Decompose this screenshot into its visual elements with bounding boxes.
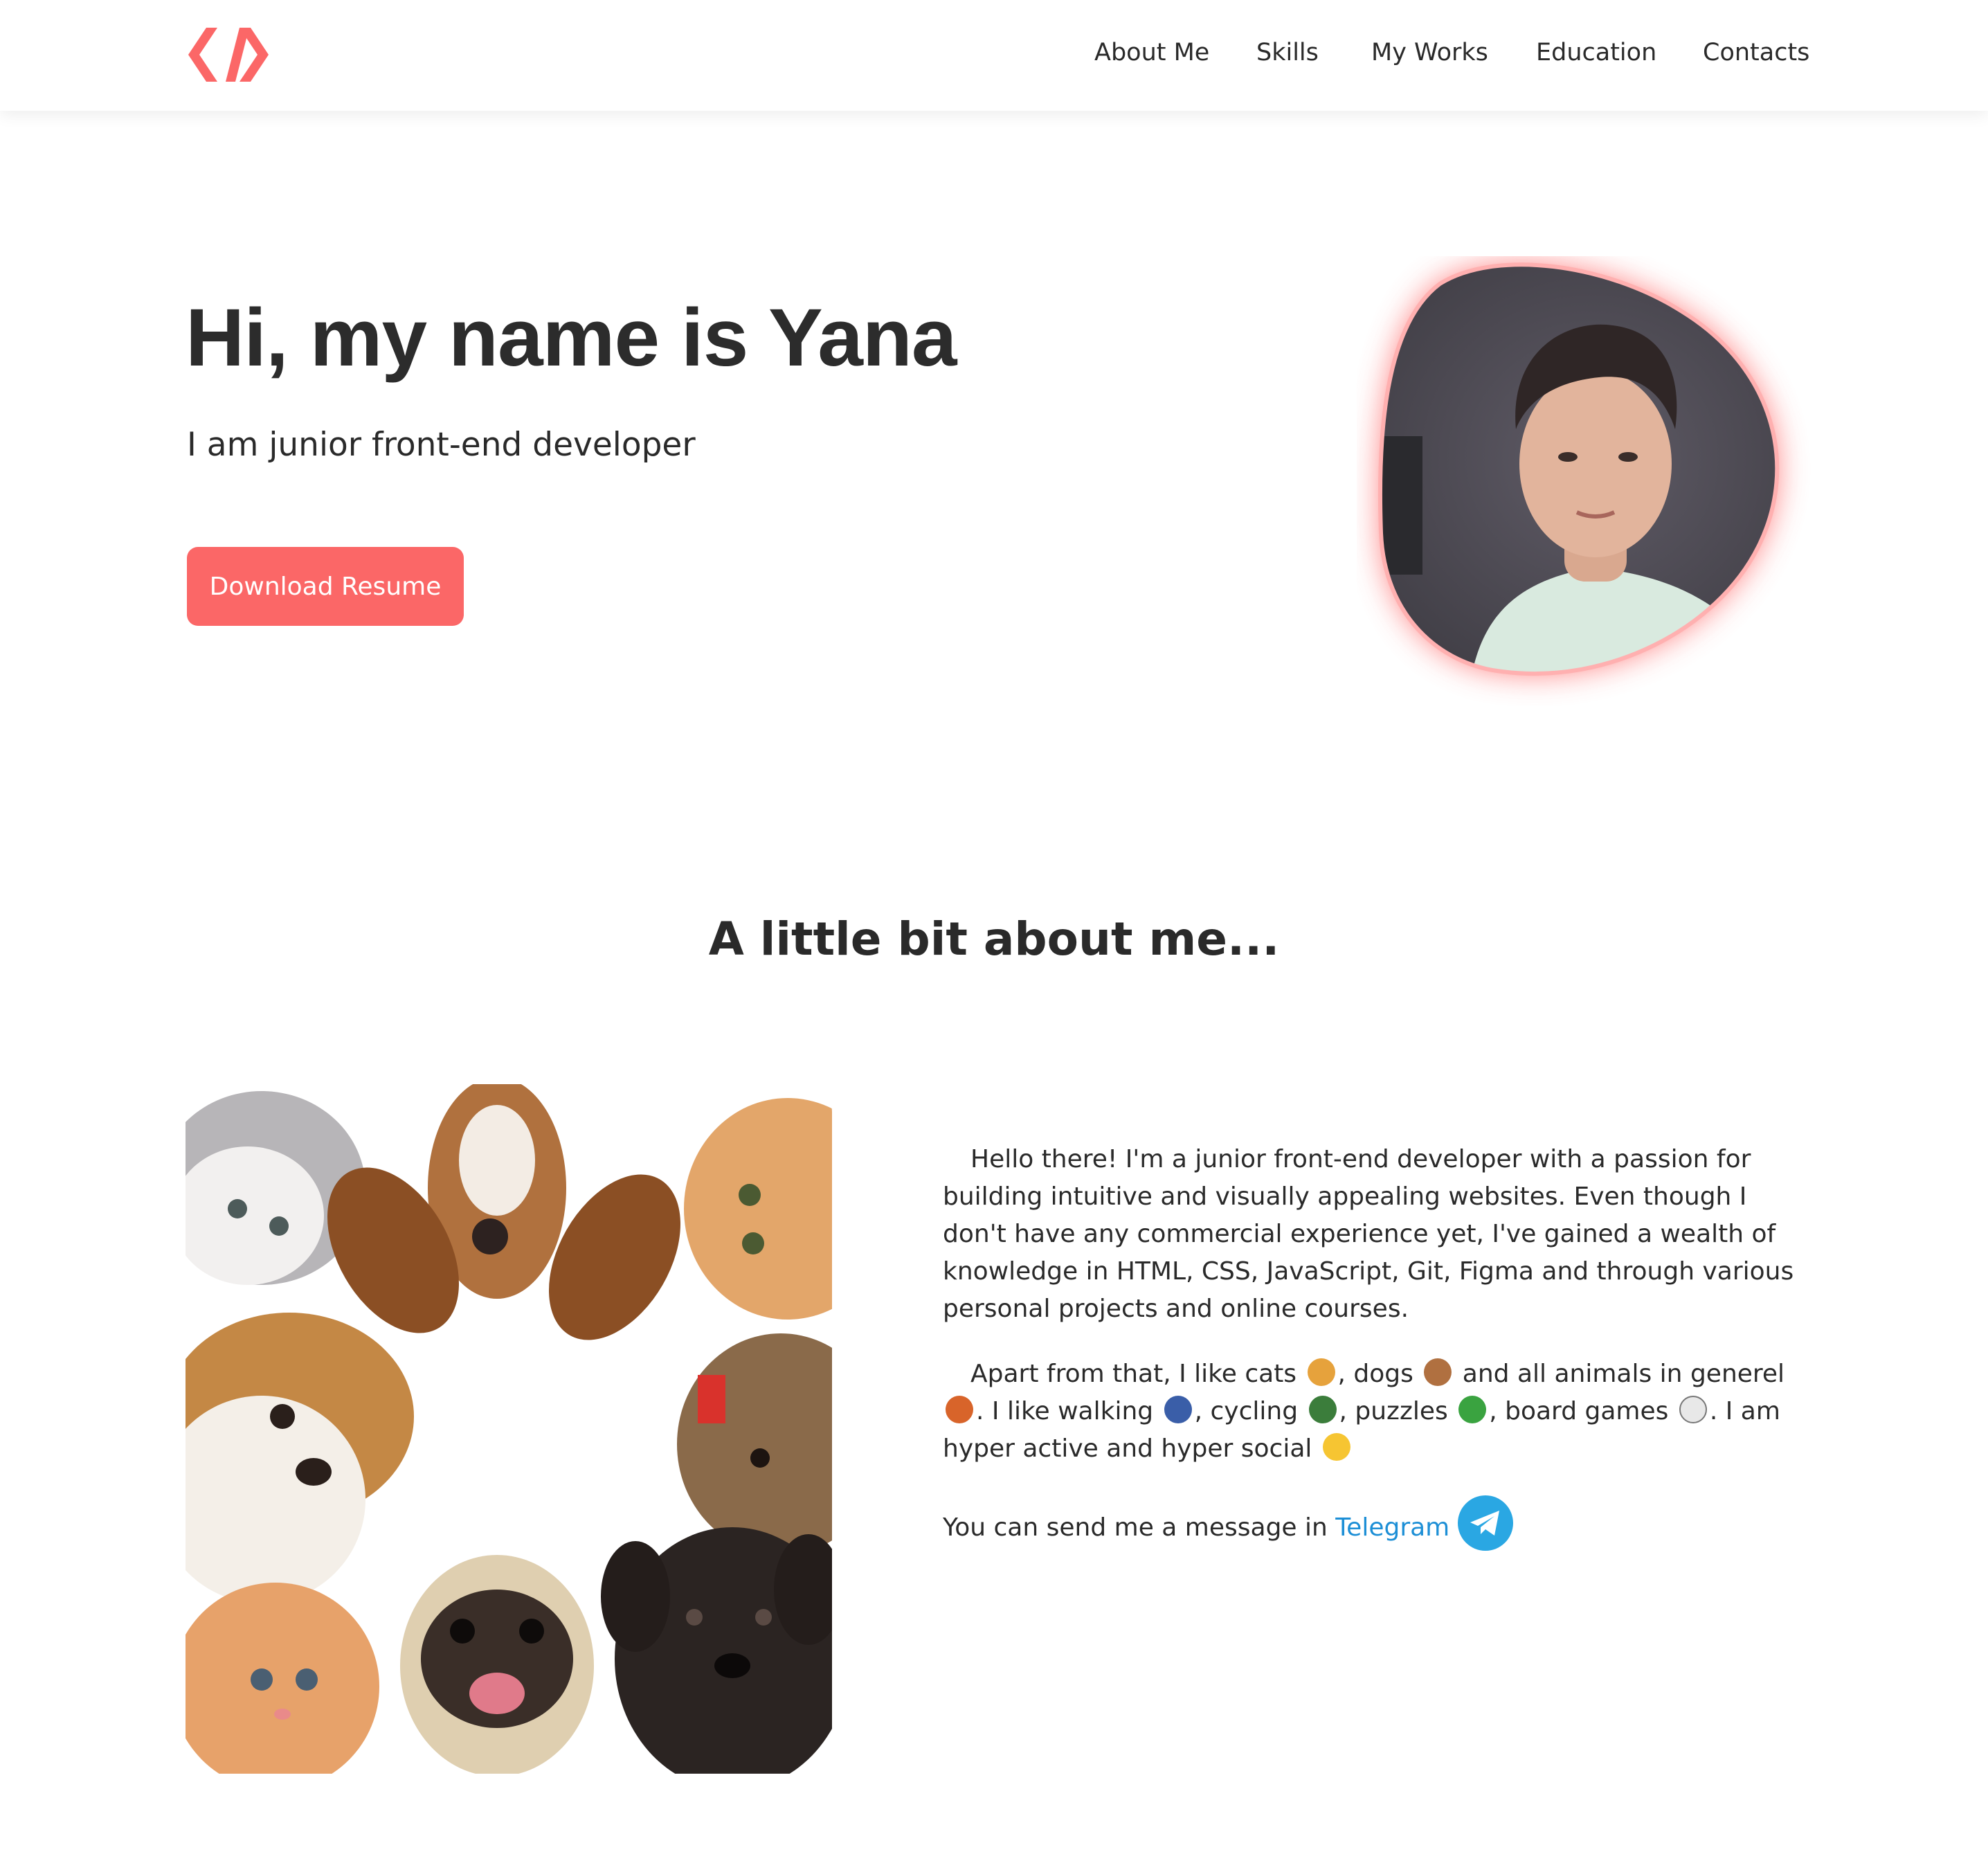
cat-emoji-icon <box>1307 1358 1335 1386</box>
download-resume-button[interactable]: Download Resume <box>187 547 464 626</box>
nav-my-works[interactable]: My Works <box>1371 39 1488 66</box>
about-paragraph-2: Apart from that, I like cats , dogs and … <box>943 1358 1785 1463</box>
about-section-title: A little bit about me... <box>708 912 1280 966</box>
smiling-face-emoji-icon <box>1322 1433 1350 1461</box>
site-header: About Me Skills My Works Education Conta… <box>0 0 1988 111</box>
puzzle-piece-emoji-icon <box>1458 1396 1487 1423</box>
dog-emoji-icon <box>1424 1358 1452 1386</box>
about-paragraph-3: You can send me a message in Telegram <box>943 1495 1794 1551</box>
about-paragraph-1: Hello there! I'm a junior front-end deve… <box>943 1145 1794 1323</box>
hero-title: Hi, my name is Yana <box>186 292 957 384</box>
about-text: Hello there! I'm a junior front-end deve… <box>943 1141 1794 1578</box>
person-biking-emoji-icon <box>1308 1396 1337 1423</box>
hero-subtitle: I am junior front-end developer <box>187 426 696 464</box>
nav-about-me[interactable]: About Me <box>1094 39 1209 66</box>
telegram-link[interactable]: Telegram <box>1335 1513 1449 1542</box>
cats-and-dogs-collage <box>186 1084 832 1774</box>
code-brackets-icon[interactable] <box>186 24 271 86</box>
person-walking-emoji-icon <box>1164 1396 1192 1423</box>
paw-prints-emoji-icon <box>946 1396 973 1423</box>
nav-skills[interactable]: Skills <box>1256 39 1319 66</box>
profile-photo <box>1357 256 1827 706</box>
nav-education[interactable]: Education <box>1536 39 1656 66</box>
dice-emoji-icon <box>1679 1396 1707 1423</box>
telegram-icon[interactable] <box>1458 1495 1514 1551</box>
nav-contacts[interactable]: Contacts <box>1703 39 1809 66</box>
